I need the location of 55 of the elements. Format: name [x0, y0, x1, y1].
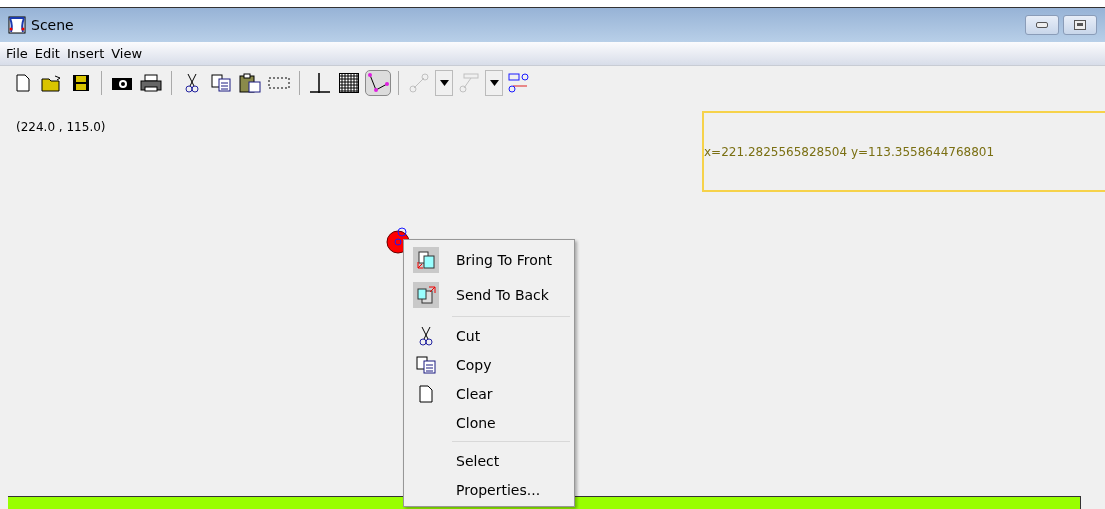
page-icon [419, 384, 433, 403]
app-icon [8, 16, 26, 34]
curve-icon [367, 73, 389, 93]
menu-entry-label: Cut [455, 327, 481, 344]
clipboard-icon [239, 73, 261, 93]
menu-item[interactable]: Insert [66, 46, 105, 61]
window-title: Scene [31, 17, 74, 33]
menu-entry[interactable]: Properties... [404, 475, 574, 504]
cursor-coordinates: (224.0 , 115.0) [16, 120, 106, 134]
linked-nodes-icon [508, 73, 530, 93]
dashed-rectangle-icon [268, 76, 290, 90]
maximize-icon [1074, 20, 1086, 30]
dropdown-button[interactable] [435, 70, 453, 96]
line-segment-icon [409, 73, 429, 93]
menu-item[interactable]: File [6, 46, 28, 61]
menu-entry-label: Clear [455, 385, 493, 402]
bring-to-front-icon [416, 249, 436, 270]
printer-icon [140, 74, 162, 92]
menu-entry-label: Bring To Front [455, 251, 553, 268]
position-readout: x=221.2825565828504 y=113.3558644768801 [704, 144, 995, 159]
maximize-button[interactable] [1063, 15, 1097, 35]
menu-entry-label: Clone [455, 414, 496, 431]
toolbar-button[interactable] [307, 70, 333, 96]
scissors-icon [419, 325, 433, 346]
folder-icon [41, 74, 63, 92]
menu-entry[interactable]: Bring To Front [404, 242, 574, 277]
grid-icon [339, 73, 359, 93]
menu-entry[interactable]: Send To Back [404, 277, 574, 312]
camera-icon [111, 75, 133, 91]
menu-entry-label: Select [455, 452, 500, 469]
menu-entry-label: Send To Back [455, 286, 549, 303]
menu-entry[interactable]: Copy [404, 350, 574, 379]
minimize-icon [1036, 22, 1048, 28]
scissors-icon [185, 73, 199, 93]
send-to-back-icon [416, 284, 436, 305]
copy-icon [211, 74, 231, 92]
copy-icon [416, 355, 436, 374]
menu-entry[interactable]: Clear [404, 379, 574, 408]
toolbar-button[interactable] [336, 70, 362, 96]
minimize-button[interactable] [1025, 15, 1059, 35]
menu-entry[interactable]: Select [404, 446, 574, 475]
toolbar-button[interactable] [237, 70, 263, 96]
caret-icon [439, 80, 449, 86]
axes-icon [309, 72, 331, 94]
page-icon [16, 74, 30, 92]
menu-entry-label: Properties... [455, 481, 541, 498]
menu-entry[interactable]: Clone [404, 408, 574, 437]
toolbar-button[interactable] [506, 70, 532, 96]
dropdown-button[interactable] [485, 70, 503, 96]
menu-entry-label: Copy [455, 356, 492, 373]
menu-item[interactable]: Edit [34, 46, 60, 61]
menu-item[interactable]: View [111, 46, 143, 61]
line-label-icon [458, 73, 480, 93]
menu-entry[interactable]: Cut [404, 321, 574, 350]
caret-icon [489, 80, 499, 86]
